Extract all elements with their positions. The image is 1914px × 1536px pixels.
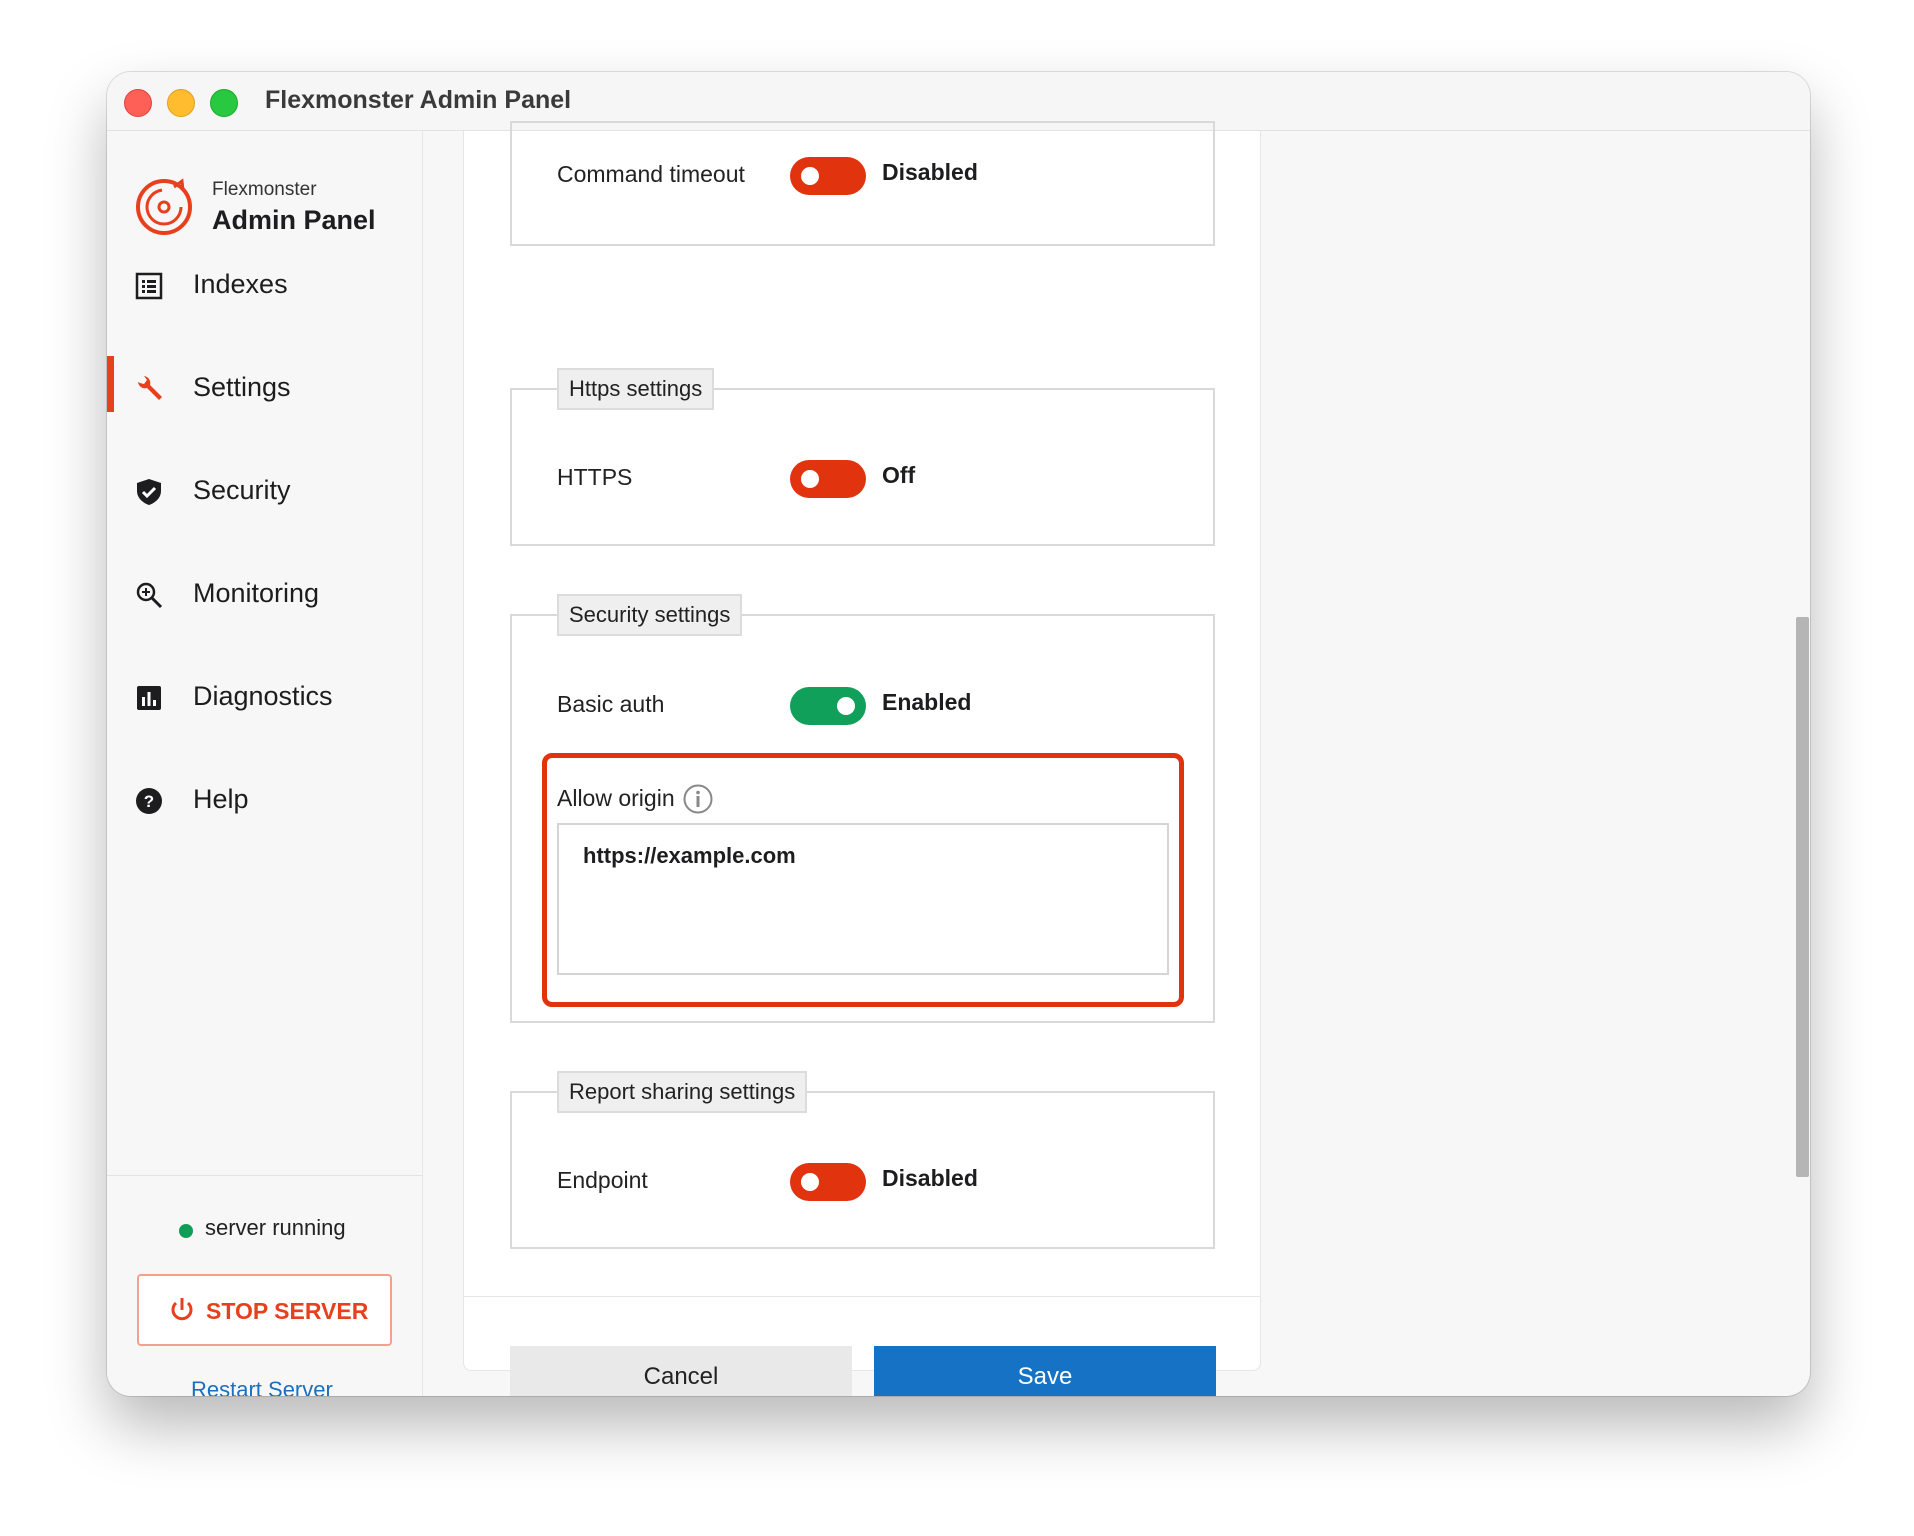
settings-panel: Command timeout Disabled Https settings … (463, 121, 1261, 1396)
allow-origin-label: Allow origin (557, 785, 675, 811)
basic-auth-label: Basic auth (557, 691, 665, 717)
status-indicator-dot (179, 1224, 193, 1238)
sidebar-item-label: Indexes (193, 269, 288, 299)
https-toggle[interactable] (790, 460, 866, 498)
wrench-icon (138, 376, 162, 400)
help-icon: ? (136, 788, 162, 814)
bar-chart-icon (137, 686, 161, 710)
https-label: HTTPS (557, 464, 633, 490)
sidebar-item-help[interactable]: ? Help (107, 770, 422, 830)
sidebar-divider (107, 1175, 422, 1176)
endpoint-state: Disabled (882, 1165, 978, 1191)
sidebar-item-label: Monitoring (193, 578, 320, 608)
allow-origin-value: https://example.com (583, 843, 796, 868)
sidebar-item-monitoring[interactable]: Monitoring (107, 564, 422, 624)
sidebar-item-label: Security (193, 475, 291, 505)
https-settings-section: Https settings HTTPS Off (510, 368, 1215, 546)
shield-icon (137, 479, 161, 505)
report-sharing-legend: Report sharing settings (557, 1071, 808, 1113)
sidebar-item-label: Diagnostics (193, 681, 333, 711)
window-title: Flexmonster Admin Panel (265, 86, 572, 114)
allow-origin-input[interactable]: https://example.com (557, 823, 1169, 975)
list-icon (135, 272, 163, 300)
command-timeout-section: Command timeout Disabled (510, 121, 1215, 246)
sidebar-item-label: Help (193, 784, 249, 814)
server-status-text: server running (205, 1215, 346, 1240)
sidebar-item-indexes[interactable]: Indexes (107, 255, 422, 315)
minimize-window-button[interactable] (167, 89, 195, 117)
stop-server-label: STOP SERVER (206, 1298, 369, 1324)
power-icon (171, 1298, 193, 1321)
flexmonster-logo-icon (136, 178, 192, 235)
endpoint-label: Endpoint (557, 1167, 648, 1193)
sidebar-item-diagnostics[interactable]: Diagnostics (107, 667, 422, 727)
save-button[interactable]: Save (874, 1346, 1216, 1396)
security-settings-legend: Security settings (557, 594, 743, 636)
info-icon[interactable] (682, 783, 714, 815)
vertical-scrollbar[interactable] (1796, 617, 1809, 1177)
basic-auth-toggle[interactable] (790, 687, 866, 725)
sidebar-item-settings[interactable]: Settings (107, 356, 422, 418)
footer-divider (464, 1296, 1260, 1297)
brand-name: Flexmonster (212, 179, 317, 200)
command-timeout-label: Command timeout (557, 161, 745, 187)
restart-server-link[interactable]: Restart Server (191, 1377, 333, 1396)
sidebar: Flexmonster Admin Panel Indexes Settings (107, 131, 423, 1396)
zoom-window-button[interactable] (210, 89, 238, 117)
sidebar-item-label: Settings (193, 372, 291, 402)
brand-title: Admin Panel (212, 205, 376, 235)
command-timeout-state: Disabled (882, 159, 978, 185)
https-state: Off (882, 462, 916, 488)
close-window-button[interactable] (124, 89, 152, 117)
svg-text:?: ? (144, 792, 154, 811)
cancel-button[interactable]: Cancel (510, 1346, 852, 1396)
security-settings-section: Security settings Basic auth Enabled All… (510, 594, 1215, 1023)
report-sharing-section: Report sharing settings Endpoint Disable… (510, 1071, 1215, 1249)
magnifier-icon (136, 582, 163, 609)
https-settings-legend: Https settings (557, 368, 715, 410)
stop-server-button[interactable]: STOP SERVER (137, 1274, 392, 1346)
active-indicator (107, 356, 114, 412)
sidebar-item-security[interactable]: Security (107, 461, 422, 521)
command-timeout-toggle[interactable] (790, 157, 866, 195)
app-window: Flexmonster Admin Panel Flexmonster Admi… (107, 72, 1810, 1396)
endpoint-toggle[interactable] (790, 1163, 866, 1201)
basic-auth-state: Enabled (882, 689, 972, 715)
